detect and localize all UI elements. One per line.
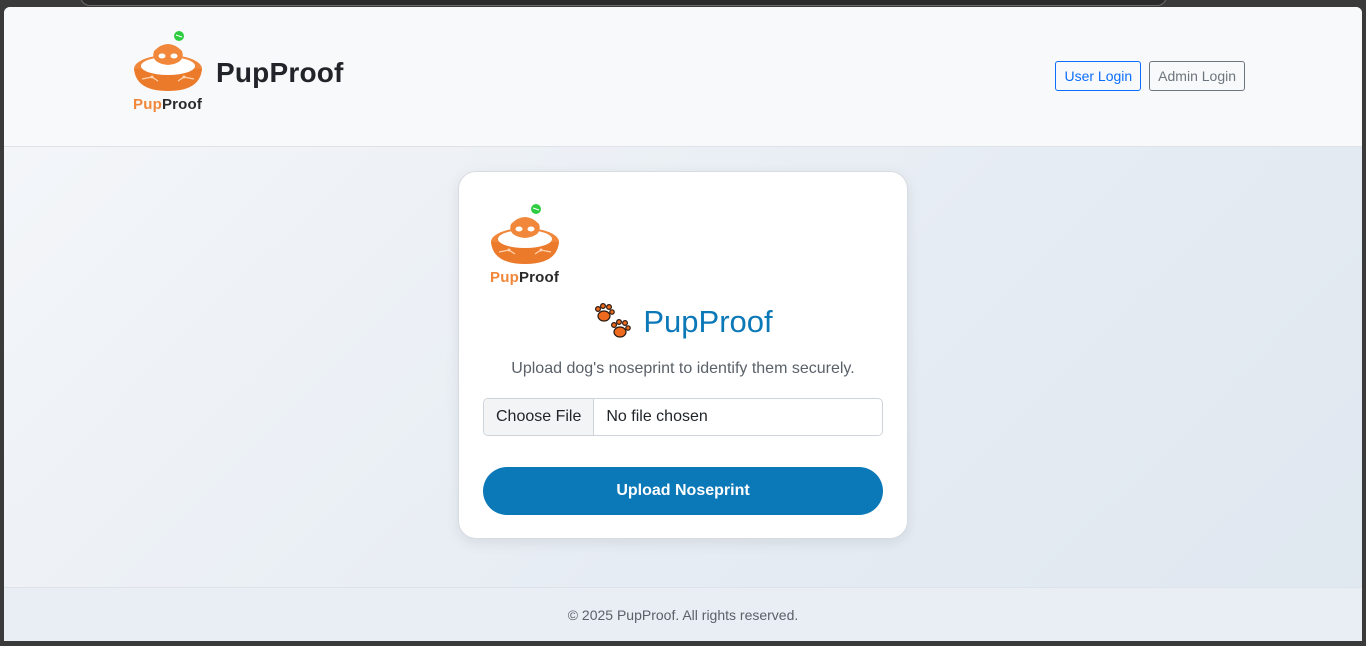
pupproof-logo-icon: PupProof bbox=[132, 29, 204, 113]
user-login-button[interactable]: User Login bbox=[1055, 61, 1142, 91]
upload-card: PupProof PupProof Upload dog's noseprint… bbox=[458, 171, 908, 539]
footer-copyright: © 2025 PupProof. All rights reserved. bbox=[567, 607, 799, 623]
logo-text-proof: Proof bbox=[161, 96, 203, 113]
brand-title: PupProof bbox=[216, 57, 344, 88]
paw-prints-icon bbox=[595, 302, 632, 338]
auth-nav: User Login Admin Login bbox=[1055, 61, 1245, 91]
card-title: PupProof bbox=[643, 304, 773, 339]
admin-login-button[interactable]: Admin Login bbox=[1149, 61, 1245, 91]
upload-noseprint-button[interactable]: Upload Noseprint bbox=[483, 467, 883, 515]
site-footer: © 2025 PupProof. All rights reserved. bbox=[4, 587, 1362, 641]
browser-viewport: PupProof PupProof User Login Admin Login bbox=[4, 7, 1362, 641]
browser-address-bar-edge bbox=[80, 0, 1167, 6]
noseprint-file-input[interactable]: Choose File No file chosen bbox=[483, 398, 883, 436]
logo-text-pup: Pup bbox=[133, 96, 162, 113]
choose-file-button[interactable]: Choose File bbox=[484, 399, 595, 435]
file-status-text: No file chosen bbox=[606, 408, 708, 425]
card-subtitle: Upload dog's noseprint to identify them … bbox=[511, 360, 855, 377]
brand[interactable]: PupProof PupProof bbox=[132, 29, 344, 113]
pupproof-logo-icon: PupProof bbox=[489, 202, 561, 286]
card-logo: PupProof bbox=[489, 202, 561, 286]
site-header: PupProof PupProof User Login Admin Login bbox=[4, 7, 1362, 147]
logo-text-pup: Pup bbox=[490, 269, 519, 286]
logo-text-proof: Proof bbox=[518, 269, 560, 286]
card-heading: PupProof bbox=[459, 302, 907, 342]
